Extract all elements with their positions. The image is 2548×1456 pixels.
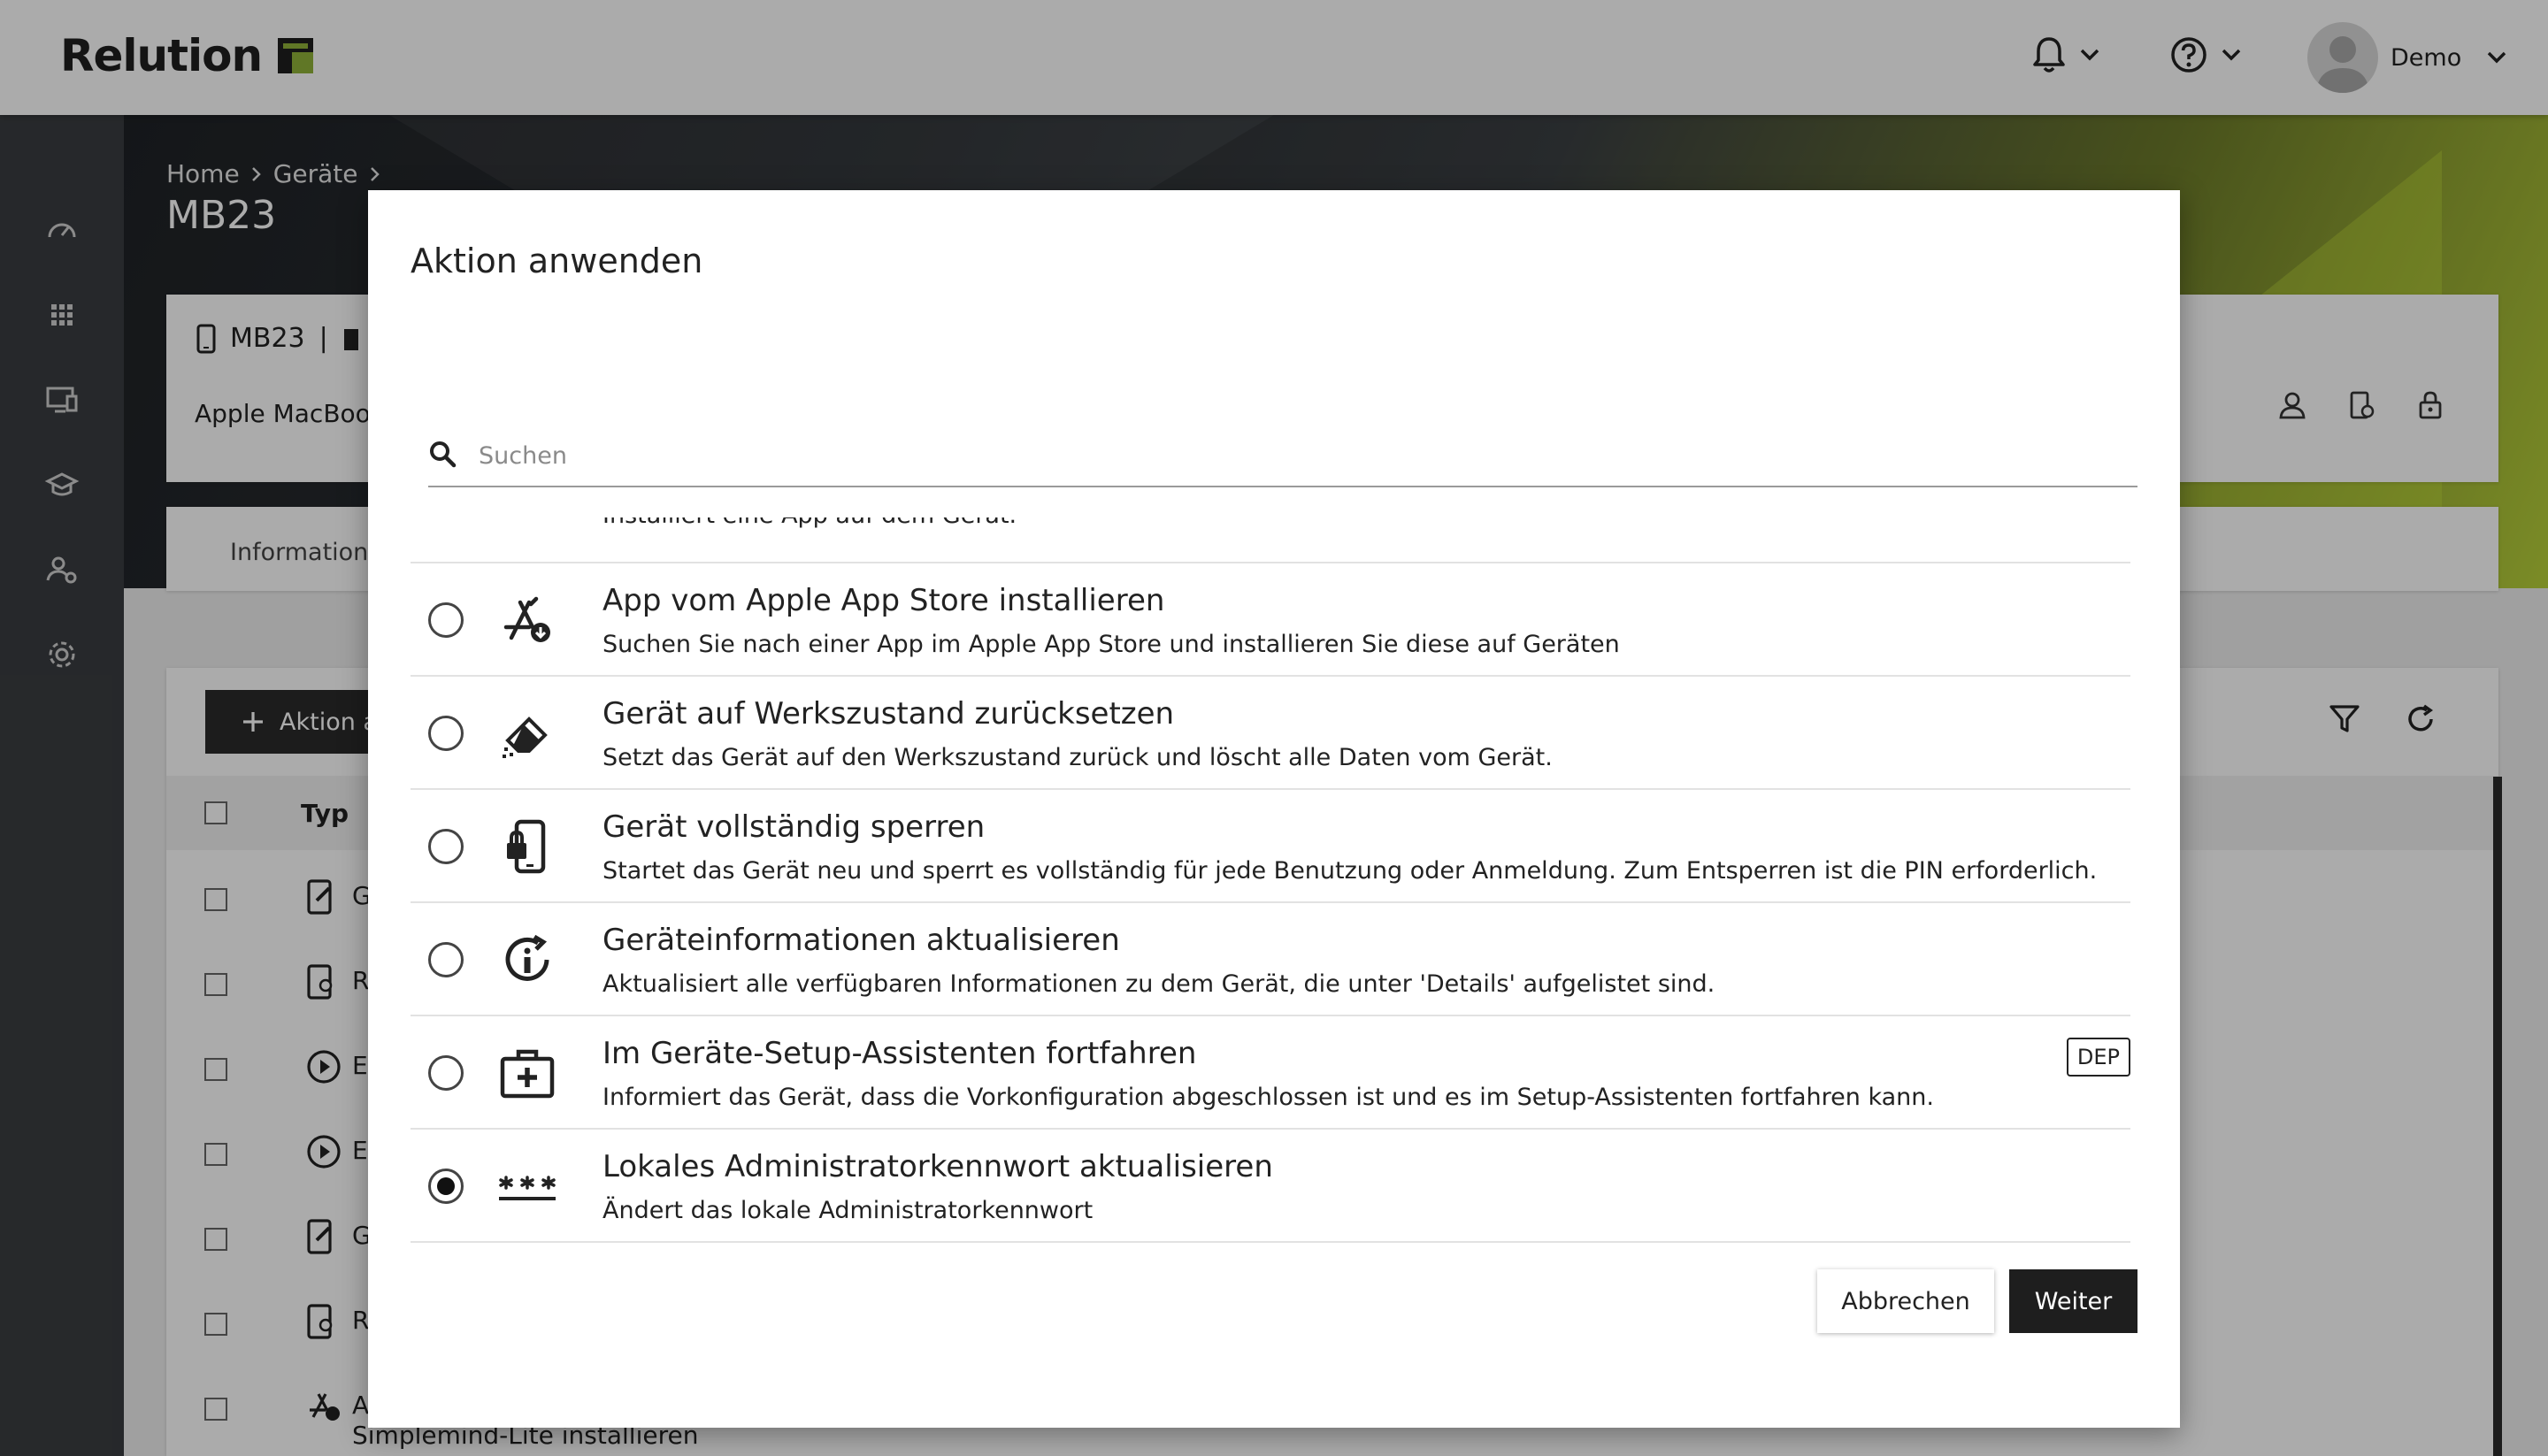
action-title: App vom Apple App Store installieren xyxy=(602,583,1165,618)
action-item-factory-reset[interactable]: Gerät auf Werkszustand zurücksetzen Setz… xyxy=(411,677,2130,790)
first-aid-kit-icon xyxy=(495,1041,559,1105)
action-title: Gerät vollständig sperren xyxy=(602,809,986,845)
list-item-clipped[interactable]: Installiert eine App auf dem Gerät. xyxy=(411,517,2130,557)
radio-button[interactable] xyxy=(428,716,464,751)
device-lock-icon xyxy=(495,815,559,878)
apply-action-dialog: Aktion anwenden Installiert eine App auf… xyxy=(368,190,2180,1428)
info-refresh-icon xyxy=(495,928,559,992)
action-item-setup-assistant[interactable]: Im Geräte-Setup-Assistenten fortfahren I… xyxy=(411,1016,2130,1130)
radio-button[interactable] xyxy=(428,602,464,638)
action-desc: Suchen Sie nach einer App im Apple App S… xyxy=(602,631,1620,658)
action-item-full-lock[interactable]: Gerät vollständig sperren Startet das Ge… xyxy=(411,790,2130,903)
dep-badge: DEP xyxy=(2066,1038,2130,1077)
action-item-admin-password[interactable]: Lokales Administratorkennwort aktualisie… xyxy=(411,1130,2130,1243)
action-desc: Aktualisiert alle verfügbaren Informatio… xyxy=(602,970,1715,998)
app-store-install-icon xyxy=(495,588,559,652)
search-input[interactable] xyxy=(477,429,2126,482)
action-title: Lokales Administratorkennwort aktualisie… xyxy=(602,1149,1273,1184)
dialog-title: Aktion anwenden xyxy=(411,241,703,280)
cancel-button[interactable]: Abbrechen xyxy=(1817,1269,1994,1333)
search-box xyxy=(428,429,2137,487)
action-desc: Startet das Gerät neu und sperrt es voll… xyxy=(602,857,2098,885)
password-icon xyxy=(495,1154,559,1218)
action-desc: Setzt das Gerät auf den Werkszustand zur… xyxy=(602,744,1553,771)
action-title: Gerät auf Werkszustand zurücksetzen xyxy=(602,696,1175,732)
action-desc: Informiert das Gerät, dass die Vorkonfig… xyxy=(602,1084,1934,1111)
list-item-desc: Installiert eine App auf dem Gerät. xyxy=(602,517,1017,529)
radio-button[interactable] xyxy=(428,829,464,864)
action-title: Geräteinformationen aktualisieren xyxy=(602,923,1120,958)
action-title: Im Geräte-Setup-Assistenten fortfahren xyxy=(602,1036,1197,1071)
eraser-icon xyxy=(495,701,559,765)
radio-button[interactable] xyxy=(428,1055,464,1091)
radio-button[interactable] xyxy=(428,942,464,977)
action-desc: Ändert das lokale Administratorkennwort xyxy=(602,1197,1094,1224)
search-icon xyxy=(428,440,457,468)
radio-button-selected[interactable] xyxy=(428,1169,464,1204)
action-item-update-info[interactable]: Geräteinformationen aktualisieren Aktual… xyxy=(411,903,2130,1016)
next-button[interactable]: Weiter xyxy=(2009,1269,2137,1333)
action-item-app-store-install[interactable]: App vom Apple App Store installieren Suc… xyxy=(411,563,2130,677)
